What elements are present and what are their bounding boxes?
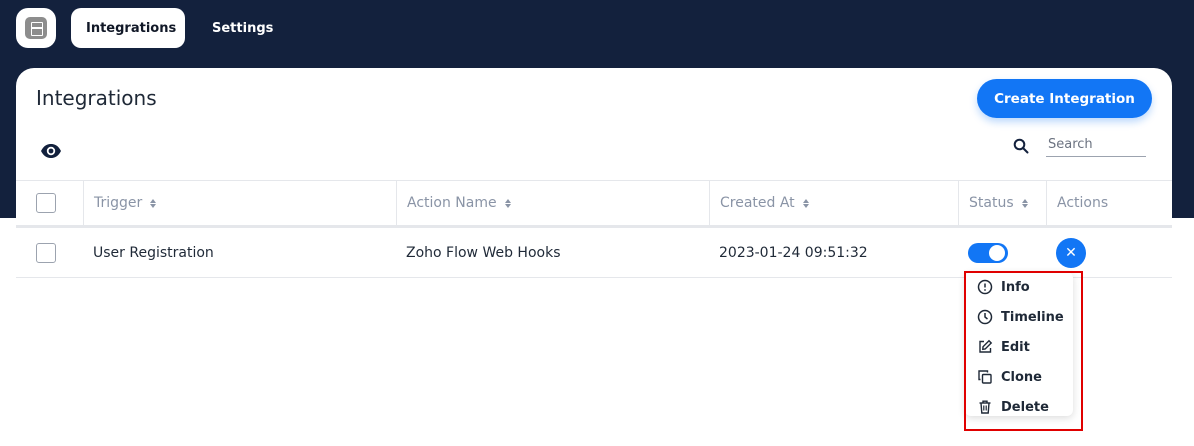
actions-cell: ✕ bbox=[1046, 229, 1172, 277]
sort-icon[interactable] bbox=[150, 198, 157, 208]
search-icon[interactable] bbox=[1013, 138, 1029, 154]
menu-item-label: Info bbox=[1001, 279, 1030, 295]
column-header-label: Status bbox=[969, 195, 1014, 211]
menu-item-info[interactable]: Info bbox=[977, 276, 1030, 298]
column-header-actions: Actions bbox=[1046, 181, 1172, 225]
menu-item-clone[interactable]: Clone bbox=[977, 366, 1042, 388]
table-row[interactable]: User Registration Zoho Flow Web Hooks 20… bbox=[16, 229, 1172, 278]
menu-item-label: Clone bbox=[1001, 369, 1042, 385]
menu-item-label: Edit bbox=[1001, 339, 1030, 355]
sort-icon[interactable] bbox=[1021, 198, 1028, 208]
status-toggle[interactable] bbox=[968, 243, 1008, 263]
status-cell bbox=[958, 229, 1046, 277]
clock-icon bbox=[977, 309, 993, 325]
table-header: Trigger Action Name Created At Status Ac… bbox=[16, 180, 1172, 228]
toggle-knob bbox=[989, 245, 1005, 261]
row-checkbox[interactable] bbox=[36, 243, 56, 263]
clone-icon bbox=[978, 370, 992, 384]
action-name-cell: Zoho Flow Web Hooks bbox=[406, 245, 561, 261]
info-icon bbox=[977, 279, 993, 295]
row-select-cell bbox=[16, 229, 83, 277]
integrations-panel: Integrations Create Integration Trigger … bbox=[16, 68, 1172, 446]
search-input[interactable] bbox=[1046, 132, 1146, 157]
menu-item-edit[interactable]: Edit bbox=[977, 336, 1030, 358]
create-integration-button[interactable]: Create Integration bbox=[977, 79, 1152, 118]
select-all-cell bbox=[16, 181, 83, 225]
column-header-created-at[interactable]: Created At bbox=[709, 181, 958, 225]
close-icon: ✕ bbox=[1065, 245, 1077, 261]
actions-dropdown-menu: Info Timeline Edit Clone Delete bbox=[965, 272, 1073, 416]
page-title: Integrations bbox=[36, 86, 157, 110]
select-all-checkbox[interactable] bbox=[36, 193, 56, 213]
column-header-trigger[interactable]: Trigger bbox=[83, 181, 396, 225]
column-header-label: Action Name bbox=[407, 195, 497, 211]
column-header-label: Actions bbox=[1057, 195, 1109, 211]
sort-icon[interactable] bbox=[504, 198, 511, 208]
created-at-cell: 2023-01-24 09:51:32 bbox=[719, 245, 868, 261]
nav-tab-integrations[interactable]: Integrations bbox=[71, 8, 185, 48]
close-actions-button[interactable]: ✕ bbox=[1056, 238, 1086, 268]
eye-icon[interactable] bbox=[40, 143, 62, 159]
menu-item-delete[interactable]: Delete bbox=[977, 396, 1049, 418]
menu-item-label: Delete bbox=[1001, 399, 1049, 415]
sort-icon[interactable] bbox=[802, 198, 809, 208]
column-header-action-name[interactable]: Action Name bbox=[396, 181, 709, 225]
column-header-label: Trigger bbox=[94, 195, 143, 211]
menu-item-timeline[interactable]: Timeline bbox=[977, 306, 1064, 328]
trigger-cell: User Registration bbox=[93, 245, 214, 261]
nav-tab-settings[interactable]: Settings bbox=[197, 8, 288, 48]
column-header-status[interactable]: Status bbox=[958, 181, 1046, 225]
app-logo[interactable] bbox=[16, 8, 56, 48]
trash-icon bbox=[979, 400, 991, 414]
column-header-label: Created At bbox=[720, 195, 795, 211]
edit-icon bbox=[979, 339, 993, 353]
logo-icon bbox=[25, 17, 47, 39]
menu-item-label: Timeline bbox=[1001, 309, 1064, 325]
